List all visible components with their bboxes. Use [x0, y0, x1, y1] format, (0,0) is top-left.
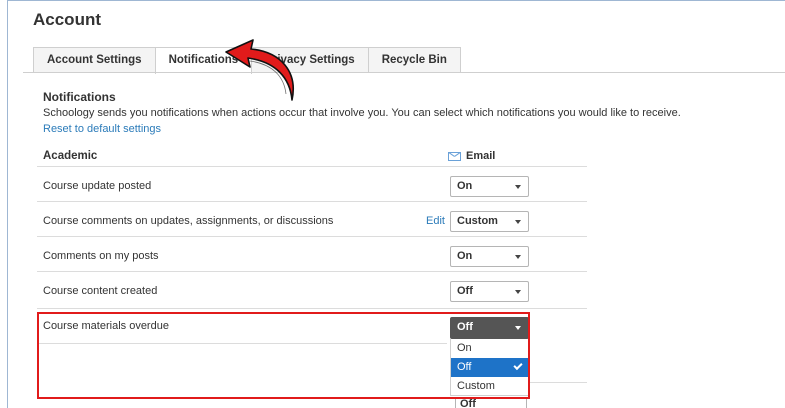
page-title: Account	[33, 10, 101, 29]
notifications-description: Schoology sends you notifications when a…	[43, 107, 681, 119]
row-divider	[37, 236, 587, 237]
email-column-header: Email	[448, 150, 495, 162]
caret-down-icon	[515, 220, 521, 224]
section-label-academic: Academic	[43, 150, 98, 162]
content-created-select[interactable]: Off	[450, 281, 529, 302]
row-label-comments-on-posts: Comments on my posts	[43, 250, 159, 262]
annotation-arrow-icon	[225, 39, 294, 101]
course-update-select[interactable]: On	[450, 176, 529, 197]
edit-link[interactable]: Edit	[426, 215, 445, 227]
select-value: On	[457, 180, 473, 192]
tab-account-settings[interactable]: Account Settings	[33, 47, 156, 73]
email-header-label: Email	[466, 150, 496, 162]
course-comments-select[interactable]: Custom	[450, 211, 529, 232]
select-value: On	[457, 250, 473, 262]
tab-divider	[23, 72, 785, 73]
row-divider	[37, 201, 587, 202]
caret-down-icon	[515, 185, 521, 189]
row-divider	[37, 166, 587, 167]
annotation-highlight-box	[37, 312, 530, 399]
mail-icon	[448, 151, 461, 161]
row-label-content-created: Course content created	[43, 285, 158, 297]
row-divider	[530, 382, 587, 383]
reset-defaults-link[interactable]: Reset to default settings	[43, 123, 161, 135]
tab-recycle-bin[interactable]: Recycle Bin	[367, 47, 461, 73]
row-divider	[37, 308, 587, 309]
row-divider	[37, 271, 587, 272]
select-value: Off	[460, 398, 476, 408]
comments-on-posts-select[interactable]: On	[450, 246, 529, 267]
row-label-course-comments: Course comments on updates, assignments,…	[43, 215, 334, 227]
caret-down-icon	[515, 290, 521, 294]
caret-down-icon	[515, 255, 521, 259]
select-value: Custom	[457, 215, 498, 227]
select-value: Off	[457, 285, 473, 297]
notifications-heading: Notifications	[43, 90, 116, 104]
row-label-course-update: Course update posted	[43, 180, 152, 192]
